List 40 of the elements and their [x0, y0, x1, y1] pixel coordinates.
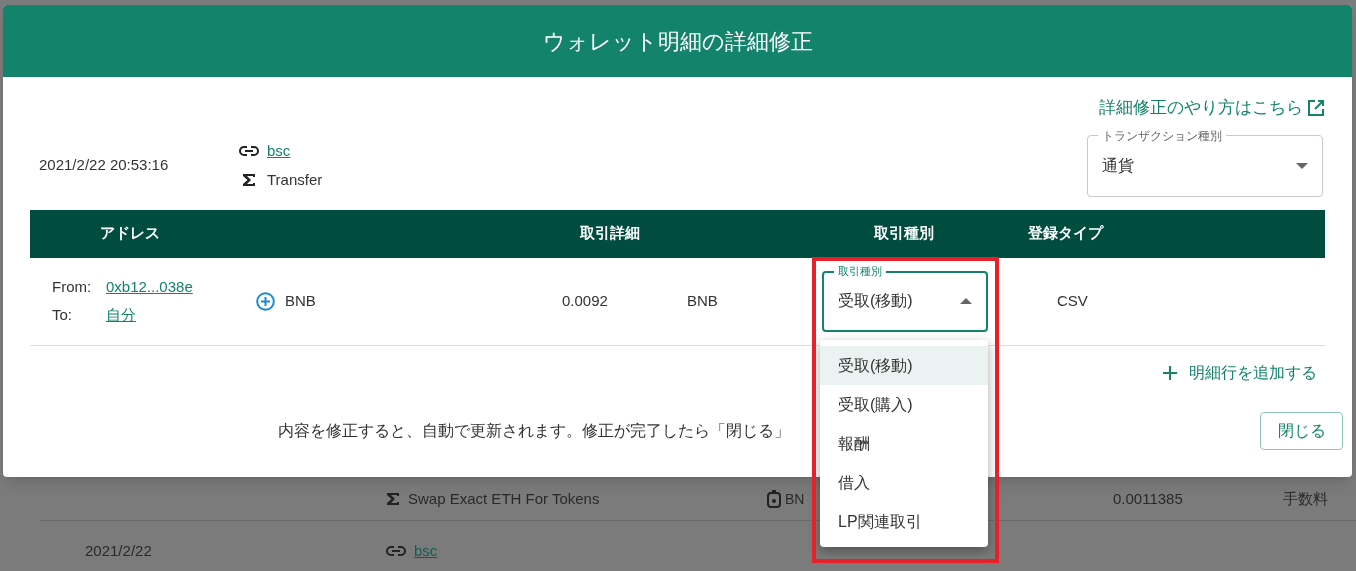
sigma-icon [386, 492, 400, 506]
plus-circle-icon [256, 291, 275, 311]
asset-text: BN [785, 489, 805, 509]
network-link[interactable]: bsc [267, 140, 291, 163]
sigma-icon [242, 172, 256, 187]
external-link-icon [1307, 98, 1325, 117]
dropdown-option[interactable]: 受取(移動) [820, 346, 988, 385]
from-label: From: [52, 276, 93, 297]
column-header: 取引種別 [873, 223, 935, 244]
dropdown-option[interactable]: 借入 [820, 463, 988, 502]
dropdown-option[interactable]: 報酬 [820, 424, 988, 463]
amount-text: 0.0011385 [1113, 489, 1183, 507]
help-link[interactable]: 詳細修正のやり方はこちら [1099, 95, 1325, 121]
column-header: アドレス [99, 223, 161, 244]
dropdown-option[interactable]: LP関連取引 [820, 502, 988, 541]
method-text: Transfer [266, 169, 323, 190]
date-text: 2021/2/22 [85, 541, 152, 559]
column-header: 登録タイプ [1027, 223, 1105, 244]
category-text: 手数料 [1283, 489, 1328, 507]
close-button[interactable]: 閉じる [1260, 411, 1343, 450]
dialog-title: ウォレット明細の詳細修正 [542, 27, 813, 56]
column-header: 取引詳細 [579, 223, 641, 244]
add-row-button[interactable]: 明細行を追加する [1163, 357, 1317, 388]
registration-text: CSV [1056, 290, 1089, 311]
unit-text: BNB [686, 290, 719, 311]
datetime-text: 2021/2/22 20:53:16 [39, 155, 170, 176]
caret-icon [960, 298, 972, 304]
plus-icon [1163, 365, 1177, 380]
dropdown-option[interactable]: 受取(購入) [820, 385, 988, 424]
link-icon [239, 145, 259, 158]
method-text: Swap Exact ETH For Tokens [408, 488, 600, 509]
footer-note: 内容を修正すると、自動で更新されます。修正が完了したら「閉じる」 [277, 420, 790, 441]
asset-text: BNB [285, 290, 316, 311]
to-label: To: [52, 305, 73, 325]
link-icon [386, 545, 406, 557]
amount-text: 0.0092 [561, 290, 609, 311]
token-icon [767, 490, 781, 508]
caret-icon [1296, 162, 1308, 169]
address-link[interactable]: 自分 [106, 304, 256, 327]
address-link[interactable]: 0xb12...038e [106, 275, 256, 298]
